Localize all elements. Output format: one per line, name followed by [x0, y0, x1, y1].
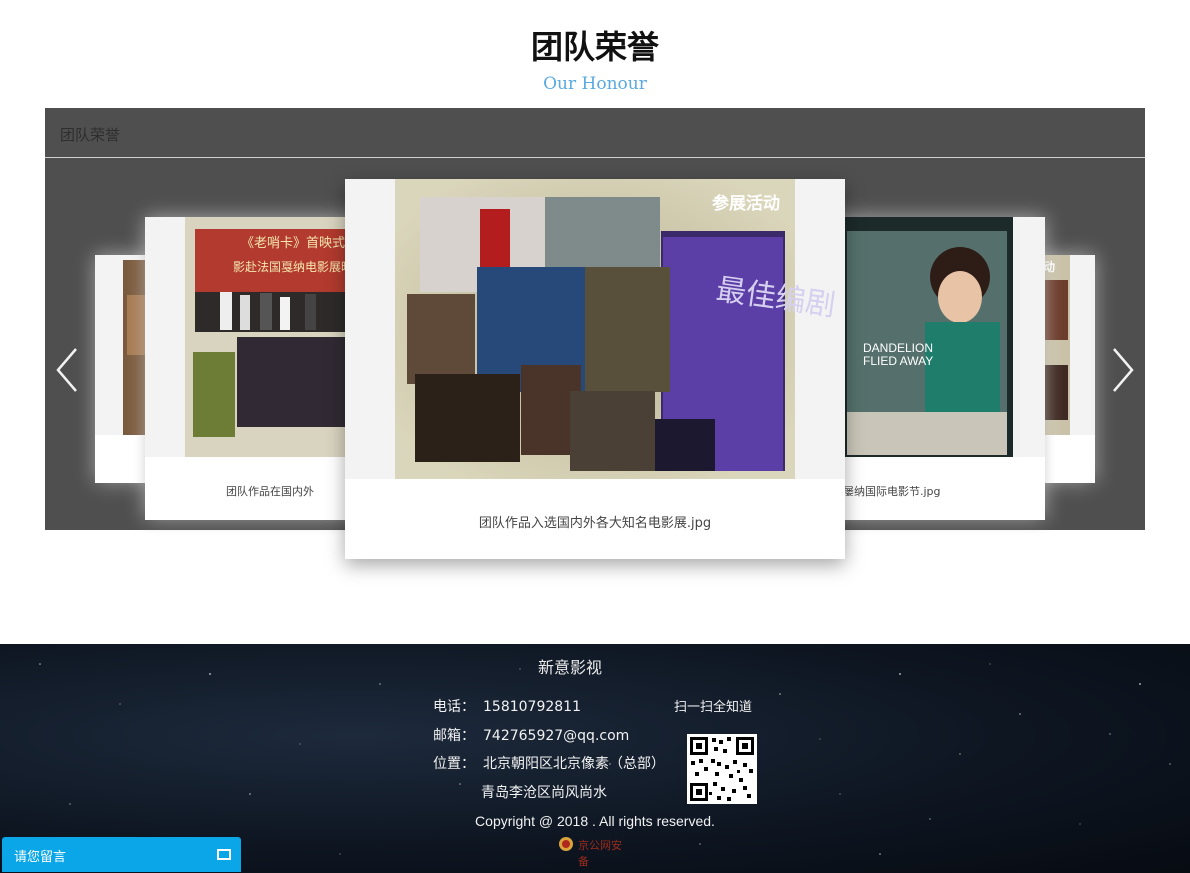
- carousel-card-center[interactable]: 参展活动 最佳编剧 团队作品入选国内外各大知名电影展.jpg: [345, 179, 845, 559]
- footer-location-2: 青岛李沧区尚风尚水: [481, 785, 607, 801]
- section-subtitle: Our Honour: [543, 74, 647, 94]
- chevron-left-icon: [56, 348, 77, 392]
- page: 团队荣誉 Our Honour 团队荣誉 活动: [0, 0, 1190, 873]
- location-value-1: 北京朝阳区北京像素（总部）: [483, 756, 665, 772]
- scan-text: 扫一扫全知道: [674, 700, 753, 715]
- right-image-title-2: FLIED AWAY: [863, 354, 933, 368]
- card-image: 参展活动 最佳编剧: [345, 179, 845, 479]
- phone-value[interactable]: 15810792811: [483, 699, 581, 715]
- email-label: 邮箱：: [433, 728, 475, 744]
- email-value[interactable]: 742765927@qq.com: [483, 728, 629, 744]
- copyright: Copyright @ 2018 . All rights reserved.: [475, 813, 715, 829]
- card-caption: 屡纳国际电影节.jpg: [843, 485, 941, 498]
- maximize-icon[interactable]: [217, 849, 231, 860]
- message-bar[interactable]: 请您留言: [2, 837, 241, 872]
- footer-phone: 电话： 15810792811: [433, 696, 581, 716]
- panel-header: 团队荣誉: [45, 108, 1145, 158]
- location-label: 位置：: [433, 756, 475, 772]
- police-badge[interactable]: 京公网安备: [558, 835, 630, 868]
- center-image-heading: 参展活动: [712, 193, 780, 214]
- carousel-next-button[interactable]: [1108, 345, 1138, 395]
- footer-brand: 新意影视: [537, 658, 602, 677]
- card-caption: 团队作品入选国内外各大知名电影展.jpg: [478, 516, 712, 531]
- police-emblem-icon: [559, 837, 573, 851]
- phone-label: 电话：: [433, 699, 475, 715]
- message-bar-label: 请您留言: [14, 850, 67, 865]
- left-image-heading: 《老哨卡》首映式: [241, 236, 345, 251]
- qr-code: [687, 734, 757, 804]
- footer-email: 邮箱： 742765927@qq.com: [433, 725, 629, 745]
- carousel-prev-button[interactable]: [52, 345, 82, 395]
- chevron-right-icon: [1113, 348, 1134, 392]
- footer-location: 位置： 北京朝阳区北京像素（总部）: [433, 753, 665, 773]
- police-text: 京公网安备: [578, 839, 622, 868]
- left-image-sub: 影赴法国戛纳电影展映: [233, 260, 353, 274]
- section-title: 团队荣誉: [530, 28, 659, 66]
- right-image-title-1: DANDELION: [863, 341, 933, 355]
